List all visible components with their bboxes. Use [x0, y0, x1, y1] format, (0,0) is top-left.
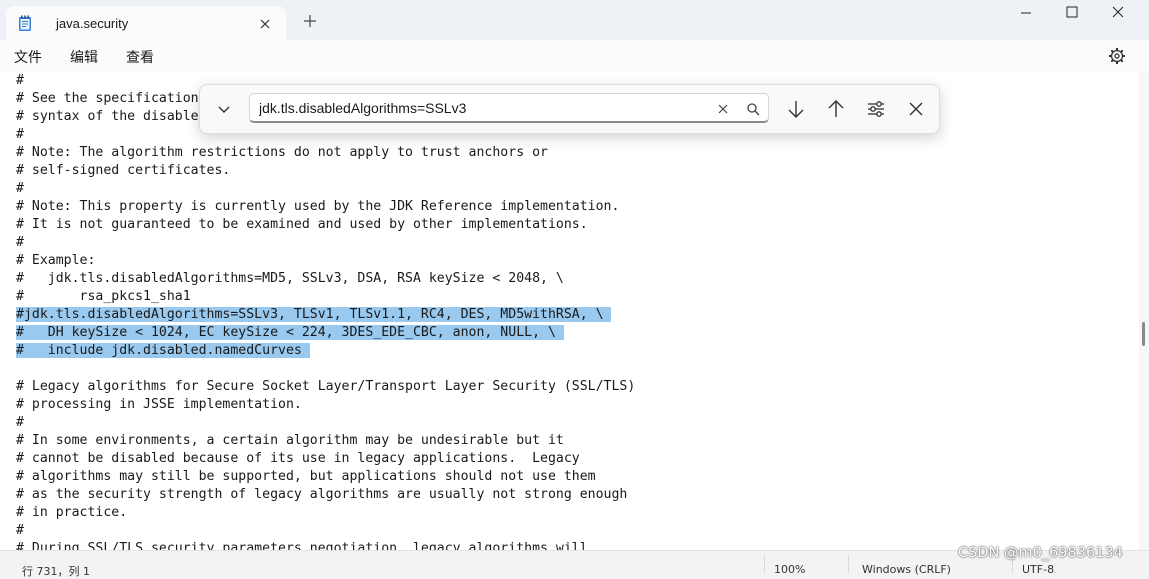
tab-java-security[interactable]: java.security: [6, 6, 286, 40]
maximize-button[interactable]: [1049, 0, 1095, 26]
scrollbar-thumb[interactable]: [1142, 322, 1145, 346]
new-tab-button[interactable]: [298, 9, 322, 33]
code-text: # # See the specification # syntax of the …: [16, 72, 635, 550]
selected-text: # include jdk.disabled.namedCurves: [16, 343, 310, 358]
code-line: # self-signed certificates.: [16, 162, 635, 180]
find-options-button[interactable]: [865, 98, 887, 120]
line-text: # Legacy algorithms for Secure Socket La…: [16, 379, 636, 394]
line-text: #: [16, 415, 24, 430]
close-icon: [718, 104, 728, 114]
chevron-down-icon: [218, 106, 230, 113]
line-text: #: [16, 181, 24, 196]
tab-title: java.security: [56, 16, 129, 31]
line-text: # algorithms may still be supported, but…: [16, 469, 596, 484]
line-text: #: [16, 127, 24, 142]
sliders-icon: [868, 101, 884, 117]
menu-bar: 文件 编辑 查看: [0, 40, 1149, 72]
find-input-box: [249, 93, 769, 123]
code-line: # Note: This property is currently used …: [16, 198, 635, 216]
arrow-down-icon: [788, 101, 804, 118]
close-icon: [260, 19, 270, 29]
line-text: # Note: The algorithm restrictions do no…: [16, 145, 548, 160]
find-dialog: [199, 84, 940, 134]
arrow-up-icon: [828, 100, 844, 117]
settings-button[interactable]: [1107, 46, 1127, 66]
code-line: # During SSL/TLS security parameters neg…: [16, 540, 635, 550]
plus-icon: [304, 15, 316, 27]
close-icon: [909, 102, 923, 116]
find-next-button[interactable]: [785, 98, 807, 120]
minimize-icon: [1021, 12, 1031, 14]
maximize-icon: [1066, 6, 1078, 18]
expand-replace-button[interactable]: [214, 99, 234, 119]
code-line: # in practice.: [16, 504, 635, 522]
code-line: # as the security strength of legacy alg…: [16, 486, 635, 504]
status-divider: [848, 555, 849, 573]
code-line: #: [16, 522, 635, 540]
code-line: # It is not guaranteed to be examined an…: [16, 216, 635, 234]
code-line: #: [16, 180, 635, 198]
line-text: # jdk.tls.disabledAlgorithms=MD5, SSLv3,…: [16, 271, 564, 286]
status-divider: [764, 555, 765, 573]
menu-file[interactable]: 文件: [14, 47, 42, 67]
code-line: # rsa_pkcs1_sha1: [16, 288, 635, 306]
line-text: # During SSL/TLS security parameters neg…: [16, 541, 588, 550]
line-text: #: [16, 235, 24, 250]
code-line: # include jdk.disabled.namedCurves: [16, 342, 635, 360]
find-close-button[interactable]: [905, 98, 927, 120]
line-text: # Note: This property is currently used …: [16, 199, 620, 214]
line-text: # in practice.: [16, 505, 128, 520]
line-text: # It is not guaranteed to be examined an…: [16, 217, 588, 232]
menu-view[interactable]: 查看: [126, 47, 154, 67]
line-ending: Windows (CRLF): [862, 563, 951, 576]
tab-close-button[interactable]: [254, 13, 276, 35]
window-close-button[interactable]: [1095, 0, 1141, 26]
code-line: # Legacy algorithms for Secure Socket La…: [16, 378, 635, 396]
code-line: # Note: The algorithm restrictions do no…: [16, 144, 635, 162]
selected-text: #jdk.tls.disabledAlgorithms=SSLv3, TLSv1…: [16, 307, 612, 322]
line-text: # self-signed certificates.: [16, 163, 231, 178]
code-line: # jdk.tls.disabledAlgorithms=MD5, SSLv3,…: [16, 270, 635, 288]
line-text: # Example:: [16, 253, 96, 268]
code-line: # processing in JSSE implementation.: [16, 396, 635, 414]
code-line: #: [16, 414, 635, 432]
selected-text: # DH keySize < 1024, EC keySize < 224, 3…: [16, 325, 564, 340]
menu-edit[interactable]: 编辑: [70, 47, 98, 67]
code-line: #: [16, 234, 635, 252]
code-line: # DH keySize < 1024, EC keySize < 224, 3…: [16, 324, 635, 342]
notepad-icon: [19, 15, 31, 31]
find-previous-button[interactable]: [825, 98, 847, 120]
line-text: #: [16, 73, 24, 88]
cursor-position: 行 731，列 1: [22, 565, 90, 578]
line-text: # rsa_pkcs1_sha1: [16, 289, 191, 304]
code-line: # In some environments, a certain algori…: [16, 432, 635, 450]
text-editor[interactable]: # # See the specification # syntax of the …: [0, 72, 1139, 550]
code-line: # cannot be disabled because of its use …: [16, 450, 635, 468]
close-icon: [1112, 6, 1124, 18]
line-text: # See the specification: [16, 91, 199, 106]
clear-search-button[interactable]: [716, 101, 730, 115]
code-line: # algorithms may still be supported, but…: [16, 468, 635, 486]
zoom-level: 100%: [774, 563, 806, 576]
line-text: # processing in JSSE implementation.: [16, 397, 302, 412]
line-text: # In some environments, a certain algori…: [16, 433, 564, 448]
find-input[interactable]: [259, 94, 699, 121]
watermark: CSDN @m0_69836134: [958, 545, 1123, 561]
code-line: # Example:: [16, 252, 635, 270]
line-text: # as the security strength of legacy alg…: [16, 487, 628, 502]
gear-icon: [1109, 48, 1125, 64]
line-text: #: [16, 523, 24, 538]
line-text: # cannot be disabled because of its use …: [16, 451, 580, 466]
search-icon: [747, 103, 760, 116]
line-text: # syntax of the disable: [16, 109, 199, 124]
search-button[interactable]: [746, 101, 760, 116]
encoding: UTF-8: [1022, 563, 1055, 576]
vertical-scrollbar[interactable]: [1139, 72, 1149, 550]
minimize-button[interactable]: [1003, 0, 1049, 26]
title-bar: java.security: [0, 0, 1149, 40]
code-line: #jdk.tls.disabledAlgorithms=SSLv3, TLSv1…: [16, 306, 635, 324]
